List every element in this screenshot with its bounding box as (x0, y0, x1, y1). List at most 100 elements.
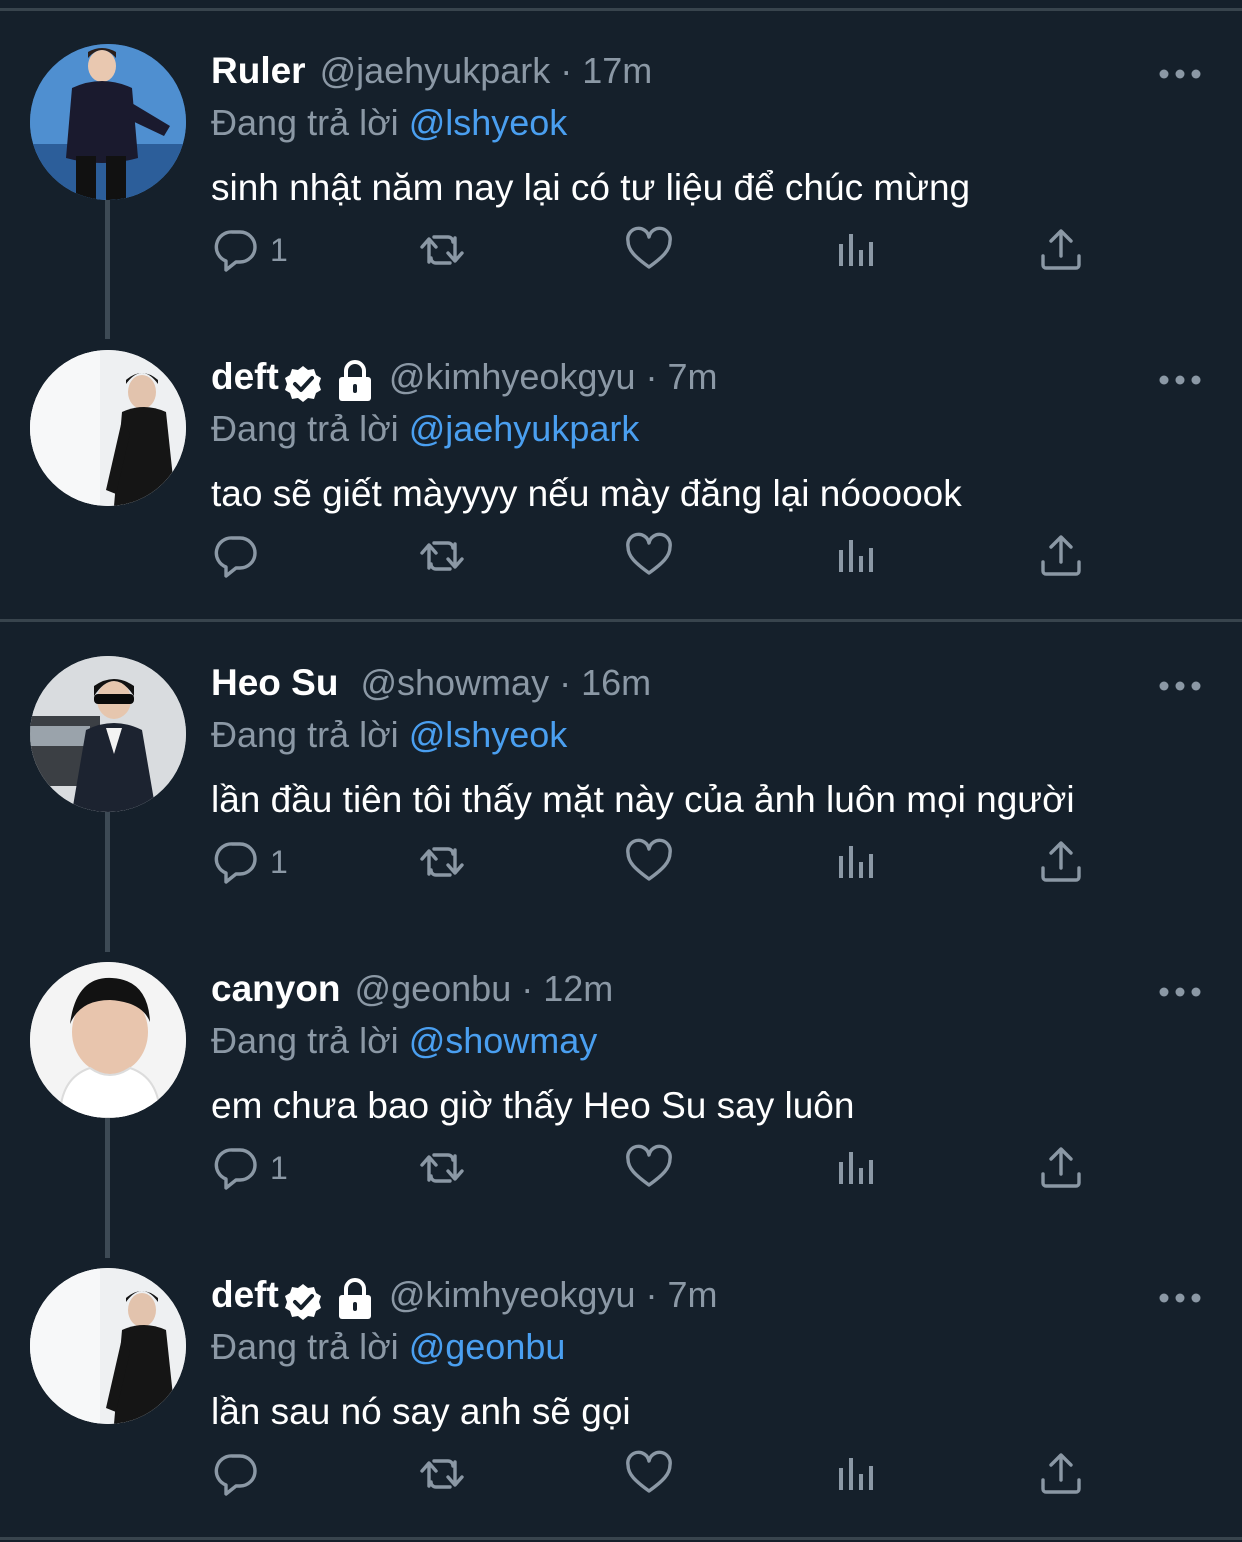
tweet-text: lần đầu tiên tôi thấy mặt này của ảnh lu… (211, 779, 1075, 820)
user-handle[interactable]: @jaehyukpark (320, 50, 551, 92)
like-button[interactable] (625, 1138, 673, 1198)
tweet-text: sinh nhật năm nay lại có tư liệu để chúc… (211, 167, 971, 208)
mention-link[interactable]: @lshyeok (409, 102, 568, 143)
tweet-actions: 1 (0, 220, 1242, 300)
more-icon[interactable] (1158, 982, 1202, 1002)
mention-link[interactable]: @showmay (409, 1020, 598, 1061)
timestamp[interactable]: 12m (543, 968, 613, 1010)
tweet[interactable]: canyon @geonbu · 12m Đang trả lời @showm… (0, 930, 1242, 1236)
reply-icon (212, 1450, 260, 1498)
tweet-actions: 1 (0, 1138, 1242, 1218)
reply-button[interactable] (212, 526, 270, 586)
reply-button[interactable]: 1 (212, 1138, 288, 1198)
analytics-button[interactable] (832, 1444, 880, 1504)
tweet-text: em chưa bao giờ thấy Heo Su say luôn (211, 1085, 855, 1126)
retweet-button[interactable] (418, 1444, 466, 1504)
tweet-actions: 1 (0, 832, 1242, 912)
heart-icon (625, 838, 673, 886)
replying-to: Đang trả lời @geonbu (211, 1326, 565, 1368)
tweet[interactable]: Ruler @jaehyukpark · 17m Đang trả lời @l… (0, 12, 1242, 318)
retweet-button[interactable] (418, 832, 466, 892)
tweet-text: tao sẽ giết màyyyy nếu mày đăng lại nóoo… (211, 473, 962, 514)
reply-button[interactable]: 1 (212, 220, 288, 280)
analytics-button[interactable] (832, 220, 880, 280)
more-icon[interactable] (1158, 370, 1202, 390)
share-icon (1037, 226, 1085, 274)
share-button[interactable] (1037, 1444, 1085, 1504)
replying-to: Đang trả lời @lshyeok (211, 102, 567, 144)
display-name[interactable]: canyon (211, 968, 341, 1010)
analytics-icon (832, 1450, 880, 1498)
analytics-icon (832, 532, 880, 580)
share-icon (1037, 838, 1085, 886)
analytics-icon (832, 1144, 880, 1192)
replying-to: Đang trả lời @jaehyukpark (211, 408, 639, 450)
replying-to: Đang trả lời @lshyeok (211, 714, 567, 756)
tweet-actions (0, 1444, 1242, 1524)
heart-icon (625, 532, 673, 580)
reply-button[interactable] (212, 1444, 270, 1504)
display-name[interactable]: Ruler (211, 50, 306, 92)
user-handle[interactable]: @showmay (360, 662, 549, 704)
share-button[interactable] (1037, 832, 1085, 892)
reply-count: 1 (270, 231, 288, 268)
timestamp[interactable]: 7m (667, 356, 717, 398)
like-button[interactable] (625, 220, 673, 280)
more-icon[interactable] (1158, 1288, 1202, 1308)
heart-icon (625, 226, 673, 274)
retweet-button[interactable] (418, 1138, 466, 1198)
analytics-icon (832, 838, 880, 886)
separator-dot: · (645, 1274, 658, 1315)
user-handle[interactable]: @geonbu (355, 968, 512, 1010)
like-button[interactable] (625, 832, 673, 892)
retweet-icon (418, 838, 466, 886)
retweet-icon (418, 1450, 466, 1498)
display-name[interactable]: deft (211, 356, 279, 398)
display-name[interactable]: deft (211, 1274, 279, 1316)
reply-icon (212, 838, 260, 886)
tweet[interactable]: Heo Su @showmay · 16m Đang trả lời @lshy… (0, 624, 1242, 930)
analytics-icon (832, 226, 880, 274)
heart-icon (625, 1450, 673, 1498)
more-icon[interactable] (1158, 676, 1202, 696)
verified-badge-icon (283, 1282, 323, 1322)
avatar[interactable] (30, 350, 186, 506)
share-button[interactable] (1037, 220, 1085, 280)
more-icon[interactable] (1158, 64, 1202, 84)
avatar[interactable] (30, 1268, 186, 1424)
separator-dot: · (521, 968, 534, 1009)
share-button[interactable] (1037, 1138, 1085, 1198)
analytics-button[interactable] (832, 832, 880, 892)
timestamp[interactable]: 17m (582, 50, 652, 92)
tweet[interactable]: deft @kimhyeokgyu · 7m Đang trả lời @jae… (0, 318, 1242, 624)
verified-badge-icon (283, 364, 323, 404)
timestamp[interactable]: 7m (667, 1274, 717, 1316)
user-handle[interactable]: @kimhyeokgyu (389, 356, 636, 398)
display-name[interactable]: Heo Su (211, 662, 338, 704)
share-icon (1037, 1144, 1085, 1192)
tweet-text: lần sau nó say anh sẽ gọi (211, 1391, 631, 1432)
tweet-actions (0, 526, 1242, 606)
mention-link[interactable]: @lshyeok (409, 714, 568, 755)
mention-link[interactable]: @jaehyukpark (409, 408, 640, 449)
analytics-button[interactable] (832, 526, 880, 586)
share-button[interactable] (1037, 526, 1085, 586)
like-button[interactable] (625, 526, 673, 586)
retweet-icon (418, 1144, 466, 1192)
reply-button[interactable]: 1 (212, 832, 288, 892)
like-button[interactable] (625, 1444, 673, 1504)
analytics-button[interactable] (832, 1138, 880, 1198)
reply-icon (212, 1144, 260, 1192)
replying-to-label: Đang trả lời (211, 1020, 399, 1061)
mention-link[interactable]: @geonbu (409, 1326, 566, 1367)
replying-to: Đang trả lời @showmay (211, 1020, 597, 1062)
share-icon (1037, 1450, 1085, 1498)
avatar[interactable] (30, 656, 186, 812)
user-handle[interactable]: @kimhyeokgyu (389, 1274, 636, 1316)
retweet-button[interactable] (418, 220, 466, 280)
tweet[interactable]: deft @kimhyeokgyu · 7m Đang trả lời @geo… (0, 1236, 1242, 1542)
avatar[interactable] (30, 44, 186, 200)
timestamp[interactable]: 16m (581, 662, 651, 704)
retweet-button[interactable] (418, 526, 466, 586)
avatar[interactable] (30, 962, 186, 1118)
